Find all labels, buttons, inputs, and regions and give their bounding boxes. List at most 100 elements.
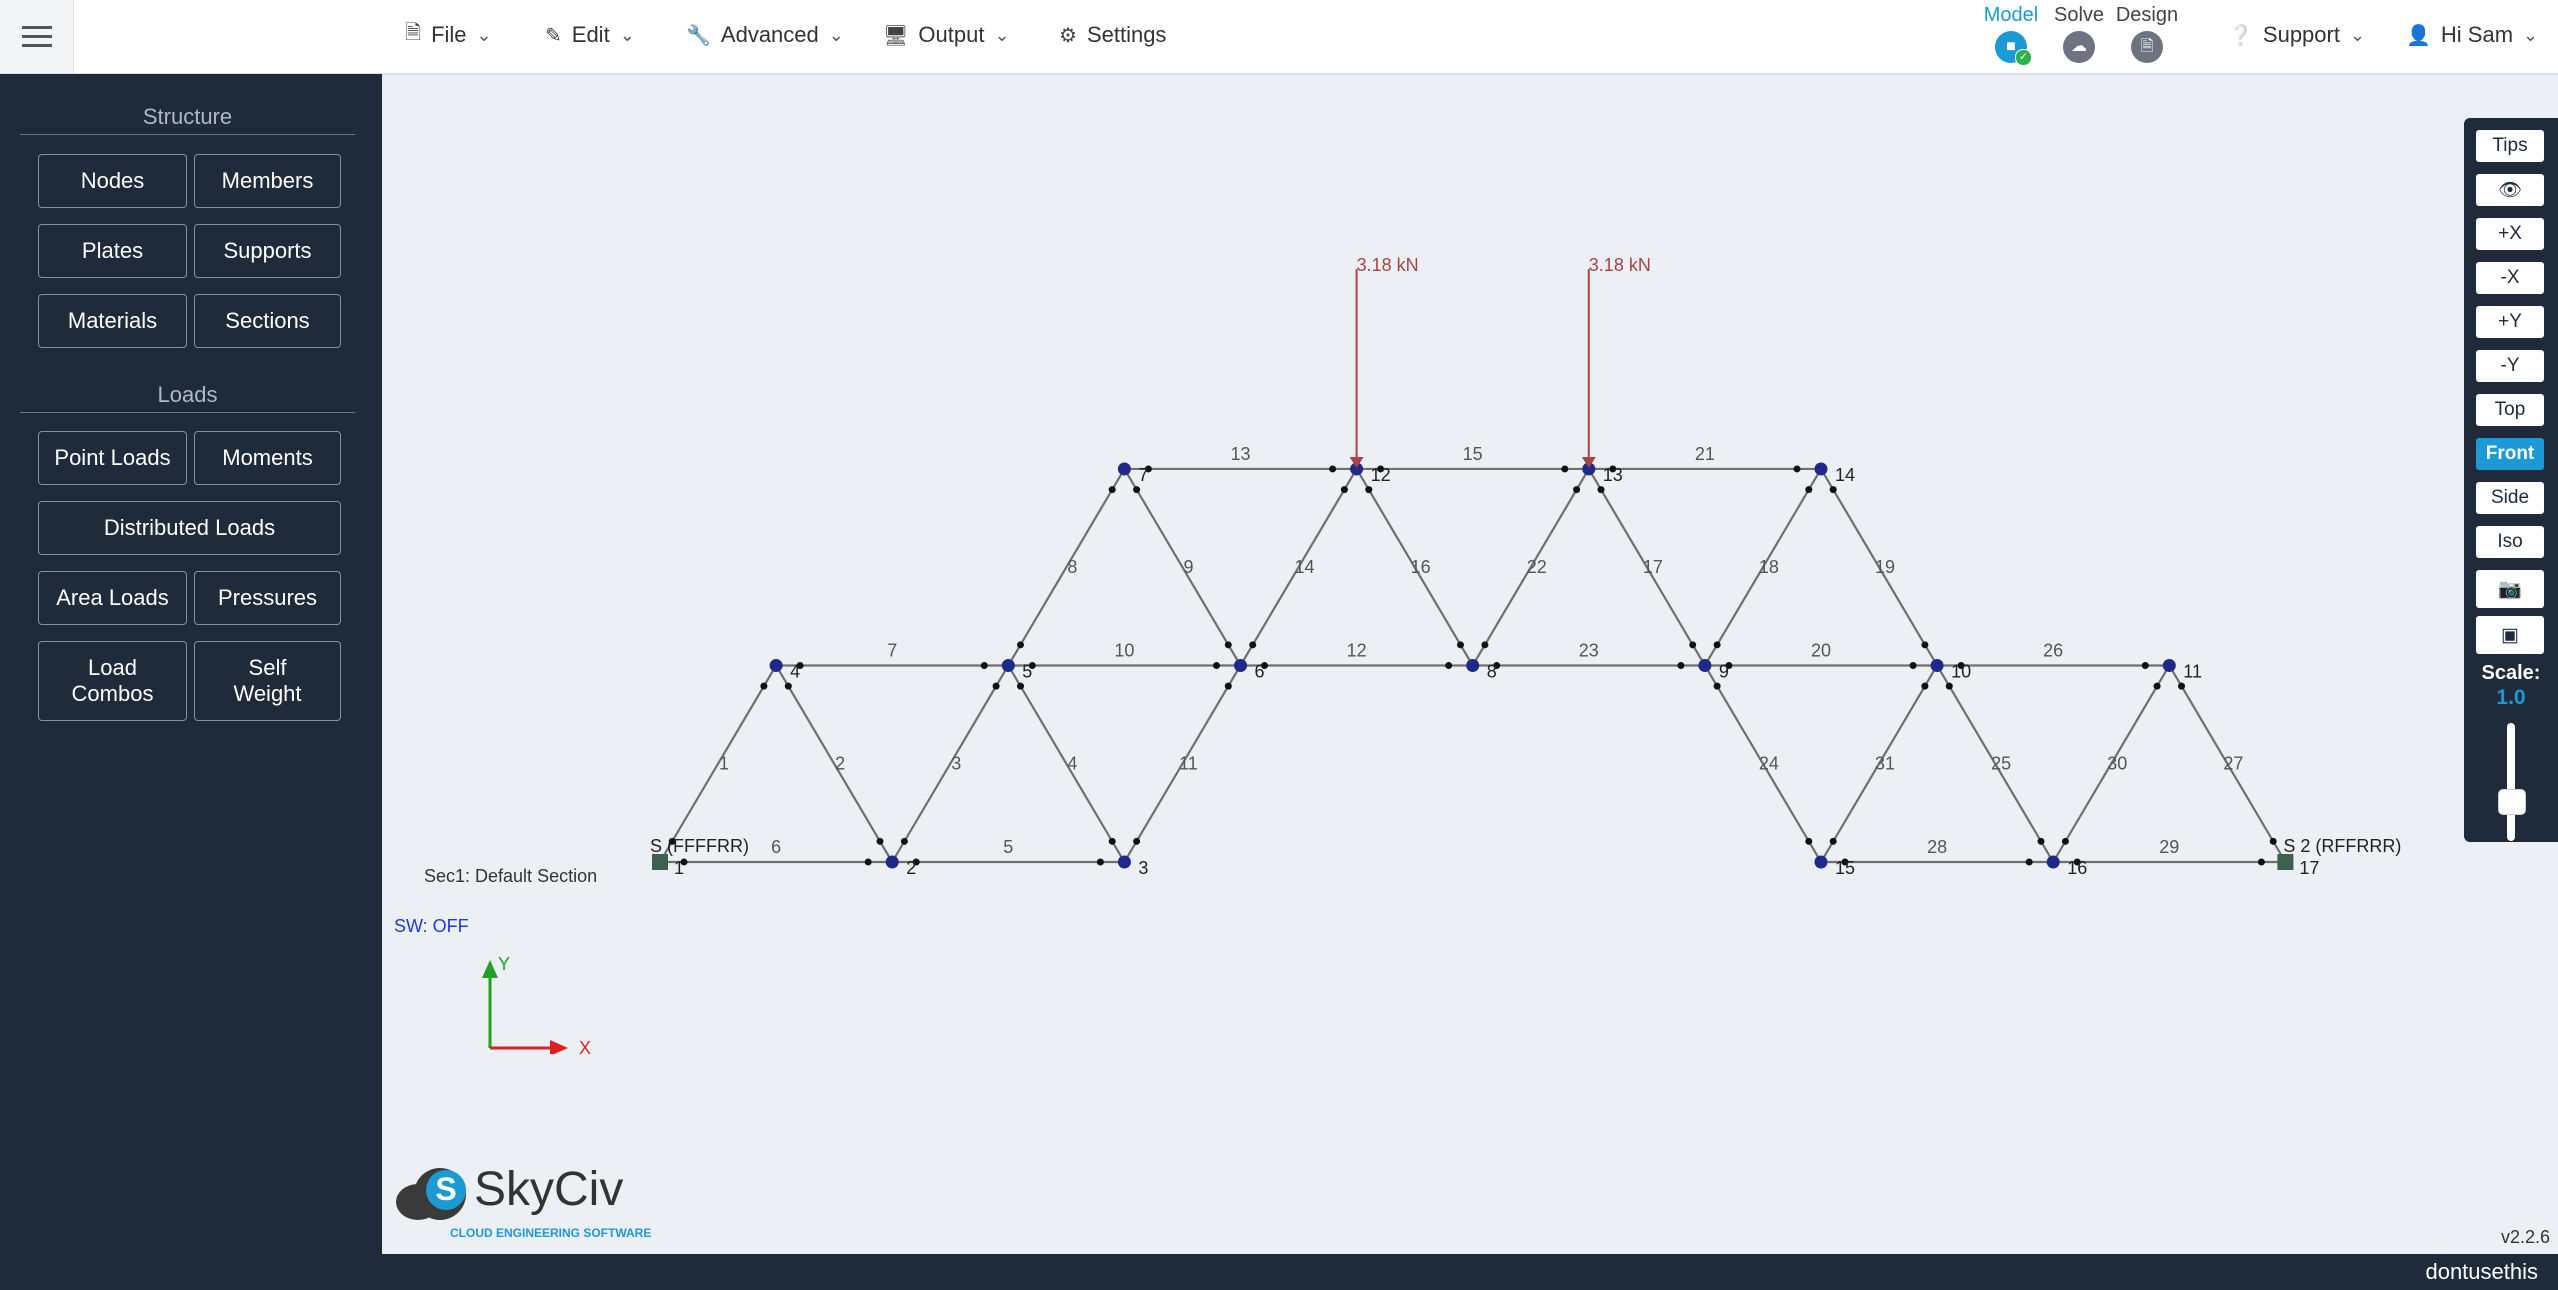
member-end-dot[interactable] xyxy=(1829,486,1837,494)
member-end-dot[interactable] xyxy=(2257,858,2265,866)
node-label[interactable]: 12 xyxy=(1371,465,1391,485)
view-plus-x-button[interactable]: +X xyxy=(2476,218,2544,250)
node-label[interactable]: 10 xyxy=(1951,661,1971,681)
member-end-dot[interactable] xyxy=(1329,465,1337,473)
member-end-dot[interactable] xyxy=(1805,486,1813,494)
node-label[interactable]: 5 xyxy=(1022,661,1032,681)
render-3d-button[interactable]: ▣ xyxy=(2476,616,2544,654)
plates-button[interactable]: Plates xyxy=(38,224,187,278)
member-end-dot[interactable] xyxy=(1133,837,1141,845)
pressures-button[interactable]: Pressures xyxy=(194,571,341,625)
member-label[interactable]: 14 xyxy=(1295,557,1315,577)
nodes-button[interactable]: Nodes xyxy=(38,154,187,208)
node-label[interactable]: 17 xyxy=(2299,858,2319,878)
member-label[interactable]: 12 xyxy=(1347,640,1367,660)
tips-button[interactable]: Tips xyxy=(2476,130,2544,162)
materials-button[interactable]: Materials xyxy=(38,294,187,348)
member-end-dot[interactable] xyxy=(2178,682,2186,690)
member-end-dot[interactable] xyxy=(1573,486,1581,494)
member-end-dot[interactable] xyxy=(1561,465,1569,473)
scale-slider-track[interactable] xyxy=(2507,723,2515,841)
node-17-support[interactable] xyxy=(2277,854,2294,870)
member-end-dot[interactable] xyxy=(1365,486,1373,494)
node-label[interactable]: 1 xyxy=(674,858,684,878)
menu-user[interactable]: 👤 Hi Sam ⌄ xyxy=(2406,0,2538,70)
member-label[interactable]: 24 xyxy=(1759,754,1779,774)
node-label[interactable]: 7 xyxy=(1138,465,1148,485)
member-label[interactable]: 29 xyxy=(2159,837,2179,857)
node-2[interactable] xyxy=(885,855,899,869)
menu-edit[interactable]: ✎ Edit ⌄ xyxy=(545,0,635,70)
member-label[interactable]: 27 xyxy=(2223,754,2243,774)
member-end-dot[interactable] xyxy=(900,837,908,845)
member-end-dot[interactable] xyxy=(1249,641,1257,649)
node-label[interactable]: 6 xyxy=(1255,661,1265,681)
member-label[interactable]: 13 xyxy=(1230,444,1250,464)
member-end-dot[interactable] xyxy=(1945,682,1953,690)
node-label[interactable]: 16 xyxy=(2067,858,2087,878)
node-7[interactable] xyxy=(1117,462,1131,476)
view-minus-x-button[interactable]: -X xyxy=(2476,262,2544,294)
menu-support[interactable]: ❔ Support ⌄ xyxy=(2228,0,2365,70)
member-end-dot[interactable] xyxy=(1481,641,1489,649)
member-end-dot[interactable] xyxy=(1017,641,1025,649)
sections-button[interactable]: Sections xyxy=(194,294,341,348)
node-4[interactable] xyxy=(769,658,783,672)
member-label[interactable]: 18 xyxy=(1759,557,1779,577)
view-side-button[interactable]: Side xyxy=(2476,482,2544,514)
member-label[interactable]: 8 xyxy=(1067,557,1077,577)
node-label[interactable]: 13 xyxy=(1603,465,1623,485)
members-button[interactable]: Members xyxy=(194,154,341,208)
member-label[interactable]: 6 xyxy=(771,837,781,857)
node-9[interactable] xyxy=(1698,658,1712,672)
member-end-dot[interactable] xyxy=(1213,661,1220,669)
member-end-dot[interactable] xyxy=(760,682,768,690)
node-10[interactable] xyxy=(1930,658,1944,672)
member-label[interactable]: 2 xyxy=(835,754,845,774)
member-label[interactable]: 4 xyxy=(1067,754,1077,774)
node-label[interactable]: 2 xyxy=(906,858,916,878)
member-end-dot[interactable] xyxy=(1597,486,1605,494)
node-label[interactable]: 9 xyxy=(1719,661,1729,681)
distributed-loads-button[interactable]: Distributed Loads xyxy=(38,501,341,555)
load-combos-button[interactable]: Load Combos xyxy=(38,641,187,721)
member-label[interactable]: 23 xyxy=(1579,640,1599,660)
member-end-dot[interactable] xyxy=(1340,486,1348,494)
member-end-dot[interactable] xyxy=(1909,661,1917,669)
member-9[interactable] xyxy=(1123,468,1242,667)
member-end-dot[interactable] xyxy=(1224,682,1232,690)
member-label[interactable]: 1 xyxy=(719,754,729,774)
member-end-dot[interactable] xyxy=(1133,486,1141,494)
menu-file[interactable]: 🗎 File ⌄ xyxy=(405,0,492,70)
point-loads-button[interactable]: Point Loads xyxy=(38,431,187,485)
member-label[interactable]: 5 xyxy=(1003,837,1013,857)
visibility-button[interactable]: 👁 xyxy=(2476,174,2544,206)
member-end-dot[interactable] xyxy=(1713,641,1721,649)
node-1-support[interactable] xyxy=(652,854,668,870)
menu-output[interactable]: 🖥 Output ⌄ xyxy=(883,0,1010,70)
member-end-dot[interactable] xyxy=(864,858,872,866)
area-loads-button[interactable]: Area Loads xyxy=(38,571,187,625)
self-weight-button[interactable]: Self Weight xyxy=(194,641,341,721)
member-label[interactable]: 31 xyxy=(1875,754,1895,774)
member-label[interactable]: 10 xyxy=(1114,640,1134,660)
member-end-dot[interactable] xyxy=(1677,661,1685,669)
view-minus-y-button[interactable]: -Y xyxy=(2476,350,2544,382)
member-label[interactable]: 16 xyxy=(1411,557,1431,577)
member-end-dot[interactable] xyxy=(2269,837,2277,845)
member-label[interactable]: 26 xyxy=(2043,640,2063,660)
member-end-dot[interactable] xyxy=(1224,641,1232,649)
member-end-dot[interactable] xyxy=(1689,641,1697,649)
node-label[interactable]: 8 xyxy=(1487,661,1497,681)
node-16[interactable] xyxy=(2046,855,2060,869)
member-label[interactable]: 25 xyxy=(1991,754,2011,774)
member-label[interactable]: 3 xyxy=(951,754,961,774)
view-iso-button[interactable]: Iso xyxy=(2476,526,2544,558)
member-end-dot[interactable] xyxy=(1921,682,1929,690)
member-end-dot[interactable] xyxy=(1096,858,1104,866)
node-label[interactable]: 11 xyxy=(2183,661,2202,681)
member-end-dot[interactable] xyxy=(1108,837,1116,845)
node-label[interactable]: 3 xyxy=(1138,858,1148,878)
node-5[interactable] xyxy=(1001,658,1015,672)
model-canvas[interactable]: 1 2 3 4 5 6 7 8 9 10 11 12 13 14 15 16 17 18 19 20 21 22 23 24 2… xyxy=(382,74,2558,1254)
